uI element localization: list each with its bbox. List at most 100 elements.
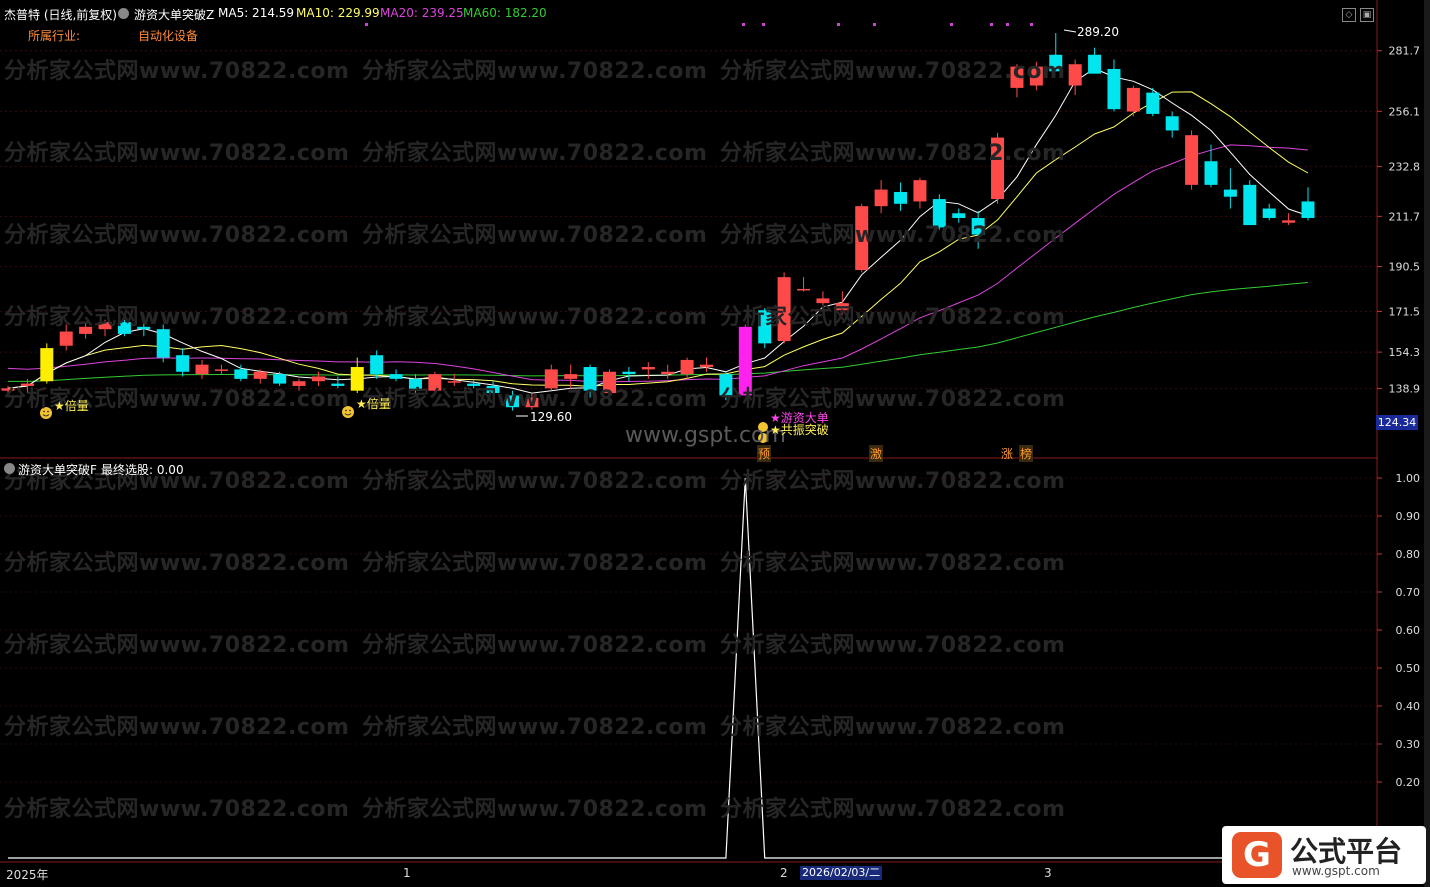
top-marker — [1030, 23, 1033, 26]
lower-indicator-settings-icon[interactable] — [4, 463, 15, 474]
marker-yu: 预 — [757, 445, 772, 462]
candle-body — [370, 355, 384, 375]
candle-body — [622, 371, 636, 375]
watermark-text: 分析家公式网www.70822.com — [720, 305, 1066, 330]
x-axis-label-year: 2025年 — [6, 868, 49, 882]
lower-y-tick-label: 0.80 — [1396, 548, 1421, 561]
x-axis-label-month-1: 1 — [403, 866, 411, 880]
top-marker — [1006, 23, 1009, 26]
candle-body — [1204, 161, 1218, 185]
watermark-text: 分析家公式网www.70822.com — [4, 797, 350, 822]
candle-body — [894, 191, 908, 204]
x-axis-label-month-3: 3 — [1044, 866, 1052, 880]
candle-body — [680, 359, 694, 375]
ma20-label: MA20: 239.25 — [380, 6, 464, 20]
diamond-icon[interactable]: ◇ — [1342, 8, 1356, 22]
top-marker — [950, 23, 953, 26]
candle-body — [797, 288, 811, 291]
candle-body — [1126, 87, 1140, 112]
candle-body — [1262, 208, 1276, 218]
watermark-text: 分析家公式网www.70822.com — [720, 141, 1066, 166]
watermark-text: 分析家公式网www.70822.com — [362, 223, 708, 248]
candle-body — [1185, 135, 1199, 185]
stock-title[interactable]: 杰普特 (日线,前复权) — [4, 6, 117, 23]
watermark-text: 分析家公式网www.70822.com — [720, 469, 1066, 494]
candle-body — [564, 374, 578, 379]
watermark-text: 分析家公式网www.70822.com — [362, 141, 708, 166]
x-axis-label-month-2: 2 — [780, 866, 788, 880]
watermark-text: 分析家公式网www.70822.com — [720, 633, 1066, 658]
high-price-label: 289.20 — [1077, 25, 1119, 39]
low-price-label: 129.60 — [530, 410, 572, 424]
y-tick-label: 190.5 — [1389, 260, 1421, 273]
lower-y-tick-label: 1.00 — [1396, 472, 1421, 485]
candle-body — [661, 371, 675, 375]
candle-body — [214, 369, 228, 371]
watermark-text: 分析家公式网www.70822.com — [4, 59, 350, 84]
candle-body — [641, 367, 655, 370]
gspt-logo[interactable]: G 公式平台 www.gspt.com — [1222, 826, 1426, 884]
industry-label: 所属行业: — [28, 29, 81, 43]
marker-bang: 榜 — [1019, 445, 1034, 462]
watermark-text: 分析家公式网www.70822.com — [362, 387, 708, 412]
marker-ji: 激 — [869, 445, 884, 462]
candle-body — [913, 180, 927, 202]
candle-body — [176, 355, 190, 372]
top-marker — [762, 23, 765, 26]
ma20-line — [7, 144, 1309, 383]
y-tick-label: 281.7 — [1389, 45, 1421, 58]
lower-y-tick-label: 0.50 — [1396, 662, 1421, 675]
y-tick-label: 171.5 — [1389, 305, 1421, 318]
high-arrow — [1063, 29, 1077, 33]
y-tick-label: 138.9 — [1389, 383, 1421, 396]
indicator-settings-icon[interactable] — [118, 8, 129, 19]
candle-body — [700, 364, 714, 368]
candle-body — [1068, 64, 1082, 86]
window-toggle-icon[interactable]: ▣ — [1360, 8, 1374, 22]
scroll-strip — [1424, 0, 1430, 887]
lower-y-tick-label: 0.40 — [1396, 700, 1421, 713]
logo-g-icon: G — [1232, 832, 1282, 878]
candle-body — [40, 348, 54, 382]
candle-body — [1301, 201, 1315, 218]
indicator-name[interactable]: 游资大单突破Z — [134, 6, 214, 23]
y-tick-label: 211.7 — [1389, 210, 1421, 223]
lower-y-tick-label: 0.90 — [1396, 510, 1421, 523]
watermark-text: 分析家公式网www.70822.com — [4, 305, 350, 330]
beiliang-label-2: ★倍量 — [356, 397, 391, 411]
lower-y-tick-label: 0.70 — [1396, 586, 1421, 599]
beiliang-label-1: ★倍量 — [54, 399, 89, 413]
lower-indicator-name[interactable]: 游资大单突破F — [18, 461, 97, 478]
top-marker — [873, 23, 876, 26]
watermark-text: 分析家公式网www.70822.com — [362, 305, 708, 330]
candle-body — [1146, 92, 1160, 114]
watermark-text: 分析家公式网www.70822.com — [720, 715, 1066, 740]
top-marker — [742, 23, 745, 26]
candle-body — [195, 364, 209, 375]
candle-body — [156, 329, 170, 358]
watermark-text: 分析家公式网www.70822.com — [362, 715, 708, 740]
industry-value[interactable]: 自动化设备 — [138, 27, 198, 44]
lower-y-tick-label: 0.20 — [1396, 776, 1421, 789]
signal-label-gongzhen: ★共振突破 — [770, 423, 829, 437]
watermark-text: 分析家公式网www.70822.com — [720, 551, 1066, 576]
candle-body — [253, 371, 267, 379]
y-tick-label: 154.3 — [1389, 346, 1421, 359]
watermark-text: 分析家公式网www.70822.com — [4, 633, 350, 658]
watermark-text: 分析家公式网www.70822.com — [4, 551, 350, 576]
candle-body — [1088, 54, 1102, 74]
watermark-text: 分析家公式网www.70822.com — [4, 223, 350, 248]
candle-body — [1243, 184, 1257, 226]
watermark-text: 分析家公式网www.70822.com — [4, 715, 350, 740]
marker-zhang: 涨 — [1001, 447, 1014, 461]
candle-body — [1107, 68, 1121, 110]
candle-body — [874, 189, 888, 207]
candle-body — [1165, 116, 1179, 131]
logo-url: www.gspt.com — [1292, 864, 1380, 878]
watermark-text: 分析家公式网www.70822.com — [362, 59, 708, 84]
watermark-text: 分析家公式网www.70822.com — [362, 469, 708, 494]
candle-body — [234, 369, 248, 379]
top-marker — [365, 23, 368, 26]
candle-body — [1282, 220, 1296, 223]
ma10-label: MA10: 229.99 — [296, 6, 380, 20]
